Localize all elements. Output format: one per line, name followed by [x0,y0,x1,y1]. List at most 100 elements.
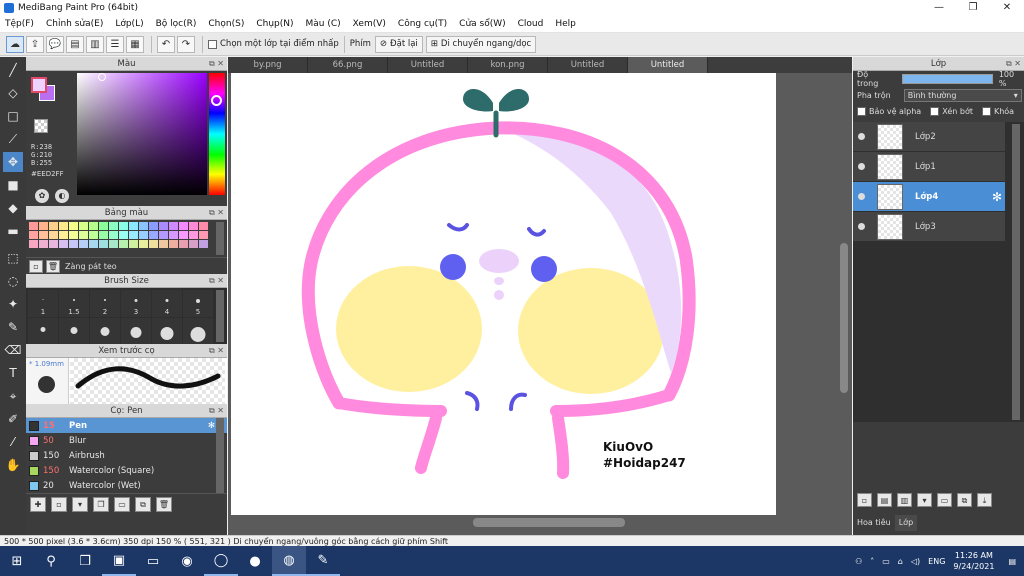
palette-swatch[interactable] [79,231,88,239]
rectangle-icon[interactable]: □ [3,106,23,126]
menu-tools[interactable]: Công cụ(T) [398,19,447,29]
edge-icon[interactable]: ▣ [102,546,136,576]
zoom-icon[interactable]: ● [238,546,272,576]
text-icon[interactable]: T [3,363,23,383]
palette-swatch[interactable] [49,240,58,248]
select-rect-icon[interactable]: ⬚ [3,248,23,268]
new-layer-icon[interactable]: ▫ [857,493,872,507]
chevron-up-icon[interactable]: ˄ [870,557,874,566]
redo-icon[interactable]: ↷ [177,35,195,53]
lock-checkbox[interactable] [981,106,991,116]
palette-swatch[interactable] [49,231,58,239]
palette-swatch[interactable] [149,240,158,248]
menu-snap[interactable]: Chụp(N) [256,19,293,29]
close-button[interactable]: ✕ [990,0,1024,16]
minimize-button[interactable]: — [922,0,956,16]
people-icon[interactable]: ⚇ [855,557,862,566]
brush-list-scrollbar[interactable] [216,418,224,493]
panel-controls[interactable]: ⧉ ✕ [209,344,224,358]
layer-row-selected[interactable]: Lớp4 ✻ [853,182,1005,211]
palette-swatch[interactable] [179,222,188,230]
checkbox-box[interactable] [208,39,217,49]
cloud-icon[interactable]: ☁ [6,35,24,53]
palette-swatch[interactable] [169,240,178,248]
layer-row[interactable]: Lớp2 [853,122,1005,151]
eraser-icon[interactable]: ◇ [3,83,23,103]
palette-swatch[interactable] [89,231,98,239]
palette-swatch[interactable] [129,222,138,230]
palette-swatch[interactable] [119,222,128,230]
brush-icon[interactable]: ╱ [3,60,23,80]
foreground-color[interactable] [31,77,47,93]
panel-controls[interactable]: ⧉ ✕ [1006,57,1021,71]
palette-swatch[interactable] [189,222,198,230]
visibility-icon[interactable] [858,133,865,140]
hand-icon[interactable]: ✋ [3,455,23,475]
color-picker-icon[interactable]: ◐ [55,189,69,203]
new-brush-icon[interactable]: ▫ [51,497,67,512]
dot-tool-icon[interactable]: ⟋ [3,129,23,149]
brush-item-watercolor-wet[interactable]: 20 Watercolor (Wet) [26,478,227,493]
horizontal-scroll-thumb[interactable] [473,518,625,527]
palette-swatch[interactable] [149,231,158,239]
network-icon[interactable]: ⌂ [898,557,903,566]
hue-cursor[interactable] [211,95,222,106]
layer-row[interactable]: Lớp1 [853,152,1005,181]
menu-color[interactable]: Màu (C) [306,19,341,29]
duplicate-layer-icon[interactable]: ⧉ [957,493,972,507]
opacity-slider[interactable] [901,74,993,84]
maximize-button[interactable]: ❐ [956,0,990,16]
palette-swatch[interactable] [59,240,68,248]
menu-file[interactable]: Tệp(F) [5,19,34,29]
move-constraint-button[interactable]: ⊞ Di chuyển ngang/dọc [425,35,537,53]
saturation-value-picker[interactable] [77,73,207,195]
blend-mode-select[interactable]: Bình thường [903,88,1022,102]
vertical-scroll-thumb[interactable] [840,243,848,393]
reset-button[interactable]: ⊘ Đặt lại [374,35,423,53]
palette-swatch[interactable] [109,222,118,230]
folder-icon[interactable]: ▭ [114,497,130,512]
select-pen-icon[interactable]: ✎ [3,317,23,337]
brush-size-option[interactable] [152,318,182,345]
copy-icon[interactable]: ❐ [93,497,109,512]
trash-icon[interactable]: 🗑 [46,259,60,273]
operation-icon[interactable]: ⌖ [3,386,23,406]
comment-icon[interactable]: 💬 [46,35,64,53]
menu-layer[interactable]: Lớp(L) [115,19,143,29]
palette-swatch[interactable] [199,222,208,230]
palette-swatch[interactable] [139,222,148,230]
select-eraser-icon[interactable]: ⌫ [3,340,23,360]
palette-swatch[interactable] [129,231,138,239]
windows-start-icon[interactable]: ⊞ [0,546,34,576]
divide-icon[interactable]: ✐ [3,409,23,429]
brush-size-option[interactable] [121,318,151,345]
clip-checkbox[interactable] [930,106,940,116]
sv-cursor[interactable] [98,73,106,81]
palette-swatch[interactable] [59,222,68,230]
palette-swatch[interactable] [39,231,48,239]
bucket-icon[interactable]: ◆ [3,198,23,218]
palette-swatch[interactable] [119,231,128,239]
menu-help[interactable]: Help [555,19,576,29]
transparent-swatch[interactable] [34,119,48,133]
panel-controls[interactable]: ⧉ ✕ [209,57,224,71]
magic-wand-icon[interactable]: ✦ [3,294,23,314]
volume-icon[interactable]: ◁) [911,557,920,566]
palette-swatch[interactable] [159,240,168,248]
new-1bit-layer-icon[interactable]: ▥ [897,493,912,507]
palette-swatch[interactable] [139,231,148,239]
gradient-icon[interactable]: ▬ [3,221,23,241]
palette-swatch[interactable] [99,231,108,239]
file-explorer-icon[interactable]: ▭ [136,546,170,576]
brush-size-option[interactable] [59,318,89,345]
undo-icon[interactable]: ↶ [157,35,175,53]
palette-swatch[interactable] [49,222,58,230]
menu-view[interactable]: Xem(V) [353,19,386,29]
palette-swatch[interactable] [139,240,148,248]
menu-select[interactable]: Chọn(S) [208,19,244,29]
layers-scrollbar[interactable] [1012,124,1020,420]
fill-rect-icon[interactable]: ■ [3,175,23,195]
palette-swatch[interactable] [59,231,68,239]
folder-icon[interactable]: ▭ [937,493,952,507]
palette-swatch[interactable] [119,240,128,248]
